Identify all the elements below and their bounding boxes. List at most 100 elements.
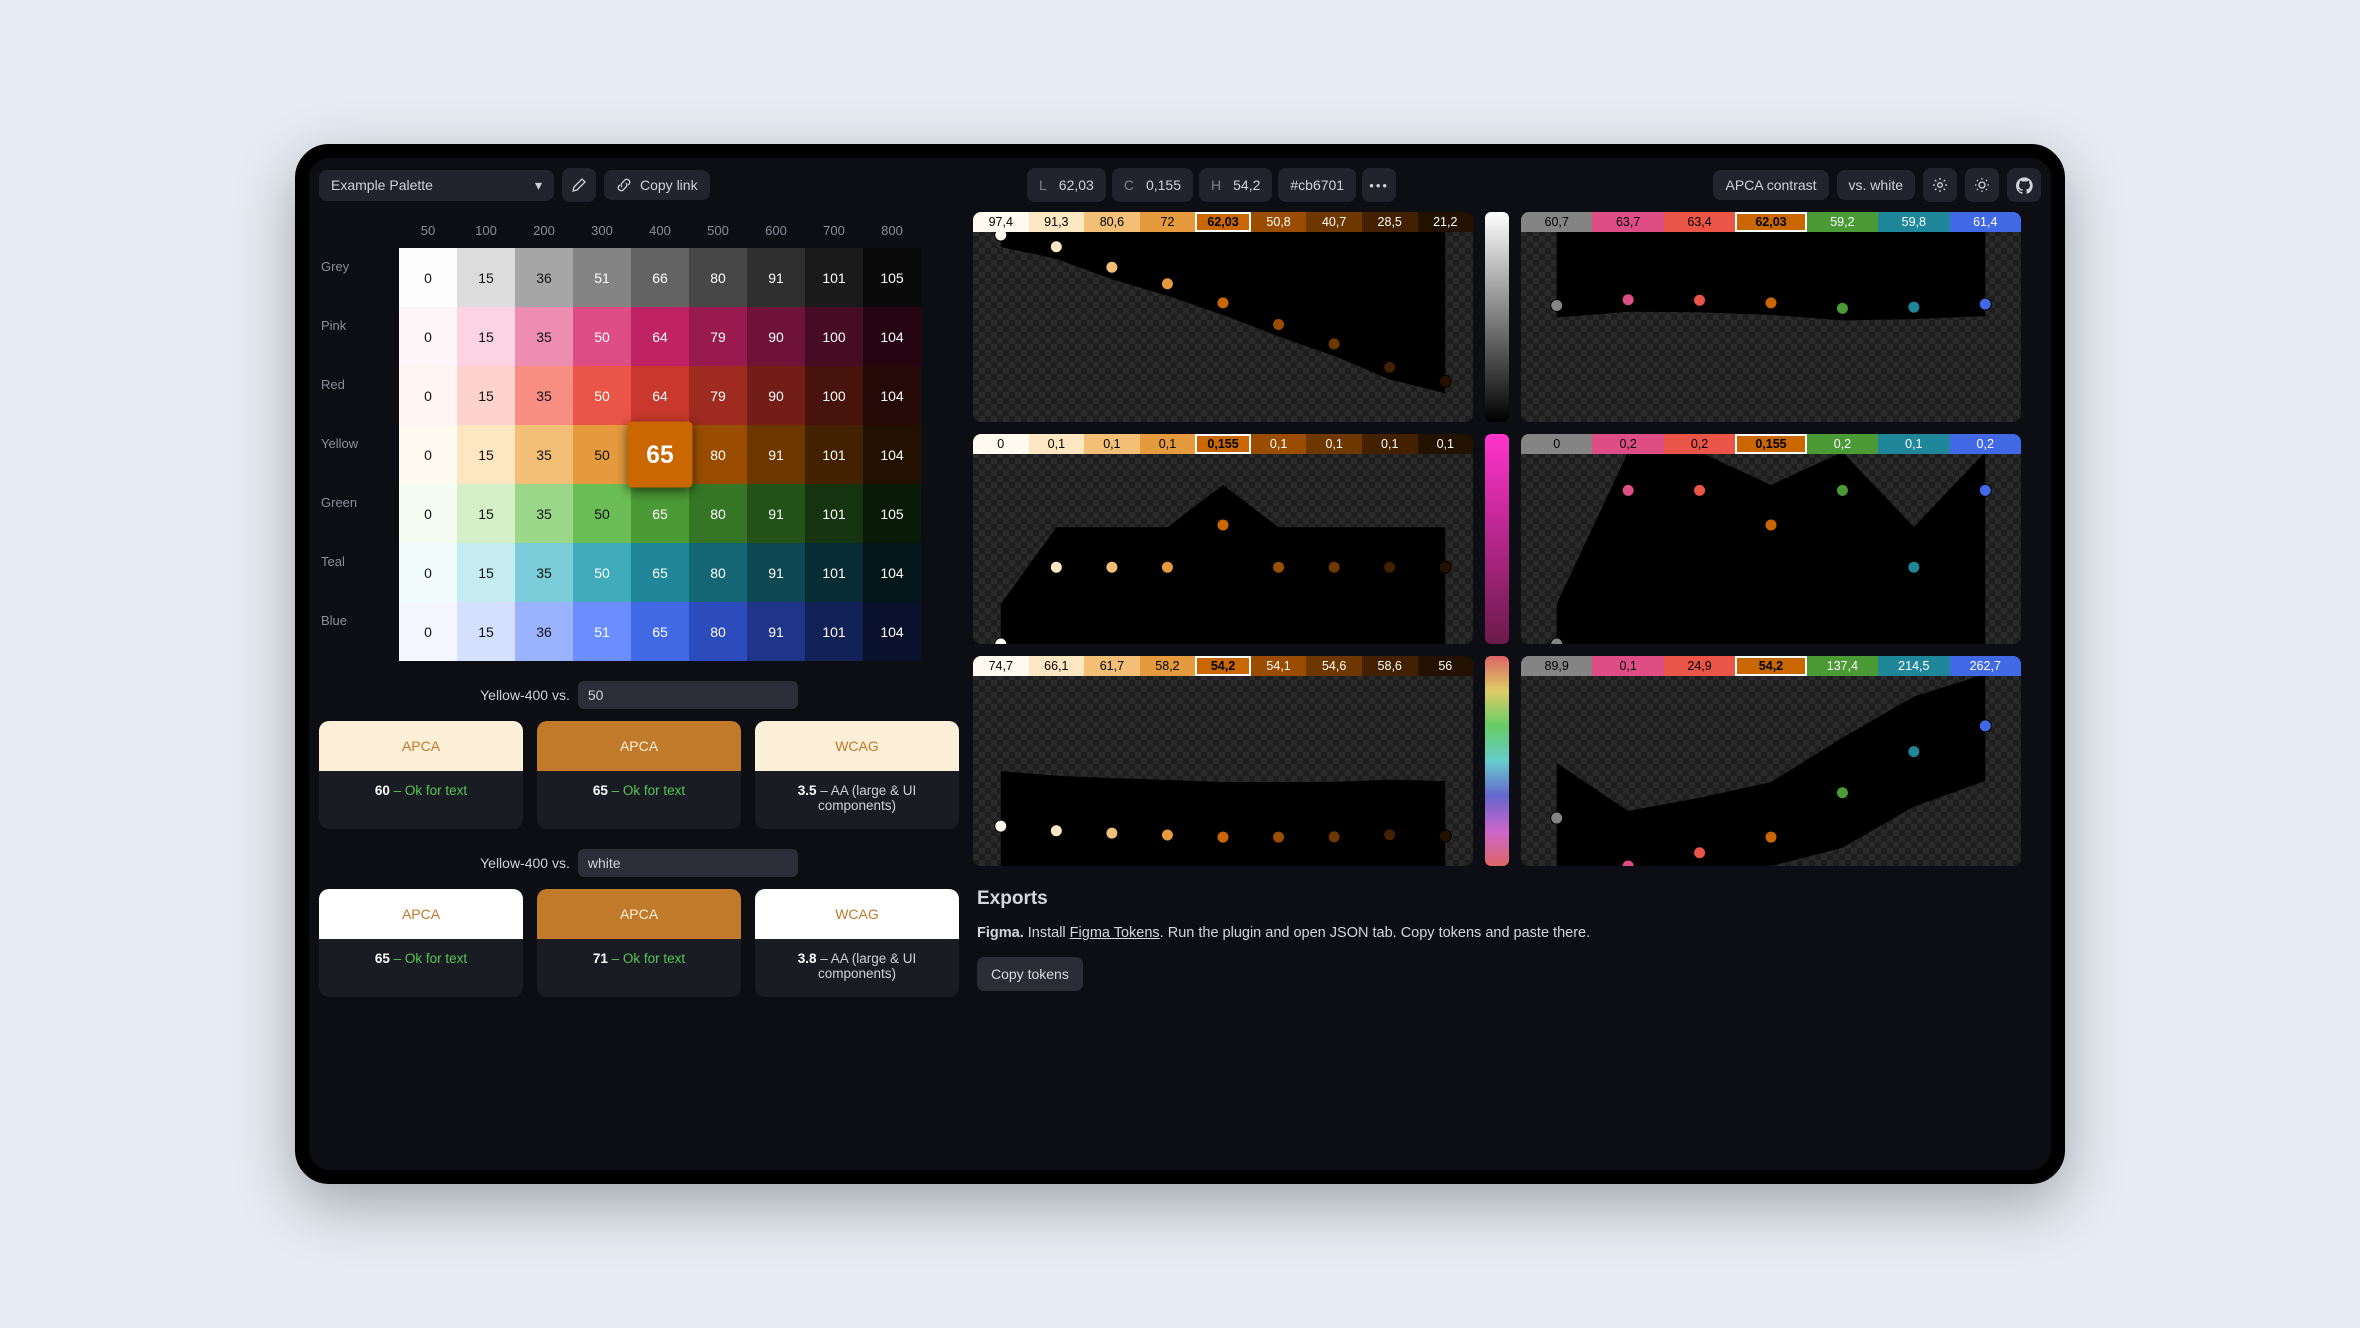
chart-value-cell[interactable]: 58,2 [1140,656,1196,676]
chart-value-cell[interactable]: 63,4 [1664,212,1735,232]
swatch-cell[interactable]: 90 [747,307,805,366]
swatch-cell[interactable]: 100 [805,307,863,366]
swatch-cell[interactable]: 79 [689,307,747,366]
swatch-cell[interactable]: 65 [631,602,689,661]
copy-link-button[interactable]: Copy link [604,170,710,200]
chart-value-cell[interactable]: 89,9 [1521,656,1592,676]
swatch-cell[interactable]: 104 [863,543,921,602]
chart-value-cell[interactable]: 62,03 [1195,212,1251,232]
github-link[interactable] [2007,168,2041,202]
swatch-cell[interactable]: 101 [805,425,863,484]
chart-value-cell[interactable]: 0,2 [1950,434,2021,454]
swatch-cell[interactable]: 65 [631,543,689,602]
swatch-cell[interactable]: 51 [573,602,631,661]
swatch-cell[interactable]: 0 [399,248,457,307]
contrast-target-input[interactable] [578,681,798,709]
c-readout[interactable]: C0,155 [1112,168,1193,202]
copy-tokens-button[interactable]: Copy tokens [977,957,1083,991]
swatch-cell[interactable]: 35 [515,366,573,425]
c-col-chart[interactable]: 00,20,20,1550,20,10,2 [1521,434,2021,644]
contrast-vs-select[interactable]: vs. white [1837,170,1915,200]
l-gradient-strip[interactable] [1485,212,1509,422]
chart-value-cell[interactable]: 54,2 [1735,656,1806,676]
chart-value-cell[interactable]: 54,1 [1251,656,1307,676]
swatch-cell[interactable]: 80 [689,484,747,543]
swatch-cell[interactable]: 79 [689,366,747,425]
h-gradient-strip[interactable] [1485,656,1509,866]
swatch-cell[interactable]: 80 [689,425,747,484]
swatch-cell[interactable]: 36 [515,602,573,661]
chart-value-cell[interactable]: 0,1 [1418,434,1474,454]
swatch-cell[interactable]: 50 [573,425,631,484]
palette-select[interactable]: Example Palette ▾ [319,170,554,201]
edit-button[interactable] [562,168,596,202]
swatch-cell[interactable]: 0 [399,484,457,543]
chart-value-cell[interactable]: 40,7 [1306,212,1362,232]
chart-value-cell[interactable]: 0,1 [1029,434,1085,454]
swatch-cell[interactable]: 91 [747,248,805,307]
swatch-cell[interactable]: 51 [573,248,631,307]
swatch-cell[interactable]: 105 [863,484,921,543]
chart-value-cell[interactable]: 0,1 [1362,434,1418,454]
chart-value-cell[interactable]: 62,03 [1735,212,1806,232]
swatch-cell[interactable]: 91 [747,484,805,543]
swatch-cell[interactable]: 15 [457,366,515,425]
c-row-chart[interactable]: 00,10,10,10,1550,10,10,10,1 [973,434,1473,644]
chart-value-cell[interactable]: 61,4 [1950,212,2021,232]
swatch-cell[interactable]: 36 [515,248,573,307]
chart-value-cell[interactable]: 54,2 [1195,656,1251,676]
chart-value-cell[interactable]: 0,2 [1664,434,1735,454]
chart-value-cell[interactable]: 74,7 [973,656,1029,676]
swatch-cell[interactable]: 15 [457,248,515,307]
swatch-cell[interactable]: 35 [515,484,573,543]
chart-value-cell[interactable]: 56 [1418,656,1474,676]
swatch-cell[interactable]: 100 [805,366,863,425]
chart-value-cell[interactable]: 0,155 [1735,434,1806,454]
l-readout[interactable]: L62,03 [1027,168,1106,202]
chart-value-cell[interactable]: 137,4 [1807,656,1878,676]
contrast-target-input[interactable] [578,849,798,877]
chart-value-cell[interactable]: 21,2 [1418,212,1474,232]
h-row-chart[interactable]: 74,766,161,758,254,254,154,658,656 [973,656,1473,866]
swatch-cell[interactable]: 64 [631,366,689,425]
swatch-cell[interactable]: 35 [515,425,573,484]
chart-value-cell[interactable]: 63,7 [1592,212,1663,232]
chart-value-cell[interactable]: 262,7 [1950,656,2021,676]
chart-value-cell[interactable]: 80,6 [1084,212,1140,232]
chart-value-cell[interactable]: 0 [1521,434,1592,454]
chart-value-cell[interactable]: 54,6 [1306,656,1362,676]
swatch-cell[interactable]: 0 [399,366,457,425]
swatch-cell[interactable]: 101 [805,484,863,543]
swatch-cell[interactable]: 35 [515,307,573,366]
swatch-cell[interactable]: 104 [863,307,921,366]
swatch-cell[interactable]: 104 [863,602,921,661]
swatch-cell[interactable]: 105 [863,248,921,307]
swatch-cell[interactable]: 80 [689,602,747,661]
chart-value-cell[interactable]: 0,1 [1084,434,1140,454]
chart-value-cell[interactable]: 28,5 [1362,212,1418,232]
more-button[interactable]: ••• [1362,168,1396,202]
c-gradient-strip[interactable] [1485,434,1509,644]
l-row-chart[interactable]: 97,491,380,67262,0350,840,728,521,2 [973,212,1473,422]
figma-tokens-link[interactable]: Figma Tokens [1070,925,1160,941]
swatch-cell[interactable]: 15 [457,425,515,484]
swatch-cell[interactable]: 0 [399,307,457,366]
swatch-cell[interactable]: 35 [515,543,573,602]
chart-value-cell[interactable]: 214,5 [1878,656,1949,676]
chart-value-cell[interactable]: 0,1 [1878,434,1949,454]
swatch-cell[interactable]: 50 [573,366,631,425]
h-readout[interactable]: H54,2 [1199,168,1272,202]
contrast-mode-select[interactable]: APCA contrast [1713,170,1828,200]
chart-value-cell[interactable]: 0,2 [1807,434,1878,454]
swatch-cell[interactable]: 50 [573,484,631,543]
chart-value-cell[interactable]: 0,1 [1251,434,1307,454]
chart-value-cell[interactable]: 0,1 [1306,434,1362,454]
swatch-cell[interactable]: 65 [628,421,693,487]
settings-button[interactable] [1923,168,1957,202]
h-col-chart[interactable]: 89,90,124,954,2137,4214,5262,7 [1521,656,2021,866]
swatch-cell[interactable]: 0 [399,602,457,661]
chart-value-cell[interactable]: 50,8 [1251,212,1307,232]
swatch-cell[interactable]: 91 [747,602,805,661]
l-col-chart[interactable]: 60,763,763,462,0359,259,861,4 [1521,212,2021,422]
swatch-cell[interactable]: 80 [689,248,747,307]
